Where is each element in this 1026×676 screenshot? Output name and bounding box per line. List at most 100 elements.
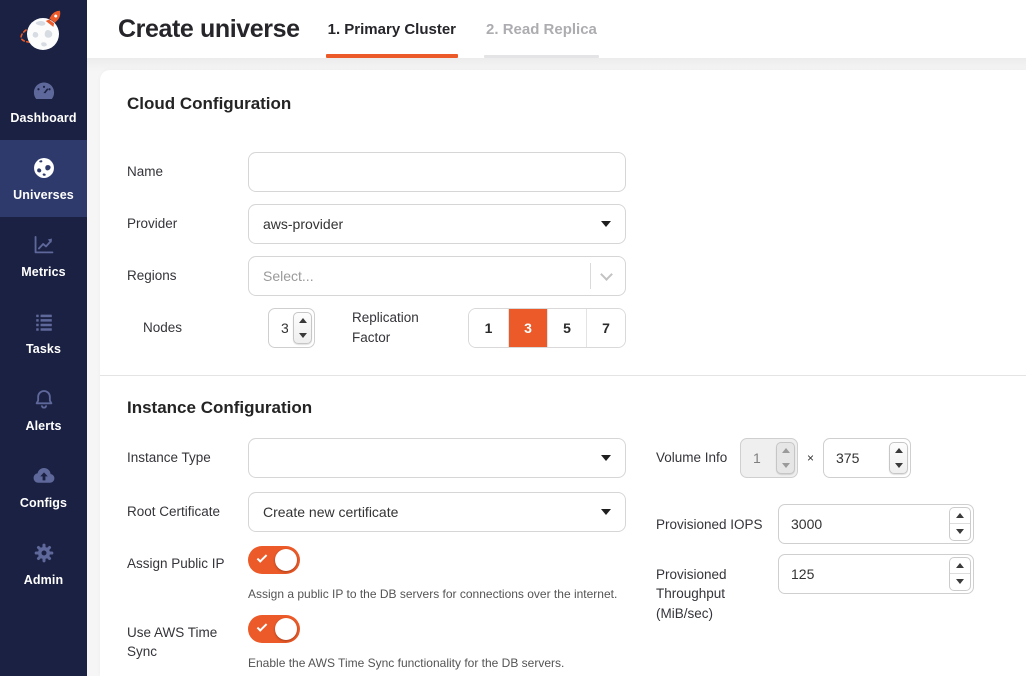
root-certificate-label: Root Certificate <box>127 502 248 522</box>
replication-factor-option-7[interactable]: 7 <box>586 309 625 347</box>
provisioned-iops-input[interactable] <box>778 504 974 544</box>
stepper-down-icon[interactable] <box>895 463 903 468</box>
caret-down-icon <box>601 509 611 515</box>
provider-value: aws-provider <box>263 216 343 232</box>
page-title: Create universe <box>118 15 300 44</box>
sidebar-item-label: Dashboard <box>10 111 76 125</box>
regions-multiselect[interactable]: Select... <box>248 256 626 296</box>
sidebar-item-admin[interactable]: Admin <box>0 525 87 602</box>
aws-time-sync-label: Use AWS Time Sync <box>127 615 248 662</box>
sidebar-item-configs[interactable]: Configs <box>0 448 87 525</box>
sidebar-item-universes[interactable]: Universes <box>0 140 87 217</box>
nodes-label: Nodes <box>127 318 248 338</box>
assign-public-ip-label: Assign Public IP <box>127 546 248 574</box>
stepper-up-icon[interactable] <box>956 513 964 518</box>
nodes-stepper <box>268 308 315 348</box>
stepper-arrows[interactable] <box>949 507 971 541</box>
sidebar-item-label: Configs <box>20 496 67 510</box>
replication-factor-option-1[interactable]: 1 <box>469 309 508 347</box>
page-header: Create universe 1. Primary Cluster 2. Re… <box>87 0 1026 58</box>
metrics-chart-icon <box>31 232 57 258</box>
replication-factor-group: 1 3 5 7 <box>468 308 626 348</box>
replication-factor-option-3[interactable]: 3 <box>508 309 547 347</box>
sidebar-item-metrics[interactable]: Metrics <box>0 217 87 294</box>
provisioned-iops-row: Provisioned IOPS <box>656 504 986 544</box>
name-row: Name <box>127 152 626 192</box>
content-area: Cloud Configuration Name Provider aws-pr… <box>87 58 1026 676</box>
root-certificate-row: Root Certificate Create new certificate <box>127 492 626 532</box>
universes-globe-icon <box>31 155 57 181</box>
check-icon <box>257 552 268 563</box>
aws-time-sync-row: Use AWS Time Sync Enable the AWS Time Sy… <box>127 615 626 670</box>
stepper-down-icon[interactable] <box>956 579 964 584</box>
wizard-tabs: 1. Primary Cluster 2. Read Replica <box>326 0 625 58</box>
provisioned-throughput-stepper <box>778 554 974 594</box>
sidebar-item-alerts[interactable]: Alerts <box>0 371 87 448</box>
check-icon <box>257 621 268 632</box>
tab-label: 2. Read Replica <box>486 21 597 38</box>
sidebar-item-label: Admin <box>24 573 63 587</box>
sidebar: Dashboard Universes <box>0 0 87 676</box>
tab-label: 1. Primary Cluster <box>328 21 456 38</box>
assign-public-ip-row: Assign Public IP Assign a public IP to t… <box>127 546 626 601</box>
provisioned-iops-label: Provisioned IOPS <box>656 504 778 535</box>
provisioned-throughput-input[interactable] <box>778 554 974 594</box>
sidebar-item-label: Tasks <box>26 342 61 356</box>
toggle-knob <box>275 549 297 571</box>
tab-primary-cluster[interactable]: 1. Primary Cluster <box>326 0 458 58</box>
provider-dropdown[interactable]: aws-provider <box>248 204 626 244</box>
volume-count-stepper <box>740 438 798 478</box>
aws-time-sync-toggle[interactable] <box>248 615 300 643</box>
name-label: Name <box>127 162 248 182</box>
name-input[interactable] <box>248 152 626 192</box>
stepper-up-icon[interactable] <box>956 563 964 568</box>
section-divider <box>100 375 1026 376</box>
sidebar-item-tasks[interactable]: Tasks <box>0 294 87 371</box>
sidebar-item-label: Metrics <box>21 265 65 279</box>
sidebar-item-label: Universes <box>13 188 74 202</box>
yugabyte-logo[interactable] <box>0 0 87 63</box>
stepper-down-icon[interactable] <box>956 529 964 534</box>
stepper-arrows[interactable] <box>889 442 908 474</box>
main-area: Create universe 1. Primary Cluster 2. Re… <box>87 0 1026 676</box>
root-certificate-dropdown[interactable]: Create new certificate <box>248 492 626 532</box>
assign-public-ip-toggle[interactable] <box>248 546 300 574</box>
stepper-arrows[interactable] <box>293 312 312 344</box>
stepper-up-icon[interactable] <box>299 318 307 323</box>
cloud-configuration-heading: Cloud Configuration <box>127 94 986 114</box>
alerts-bell-icon <box>31 386 57 412</box>
regions-row: Regions Select... <box>127 256 626 296</box>
volume-size-stepper <box>823 438 911 478</box>
sidebar-item-label: Alerts <box>25 419 61 433</box>
instance-config-right-column: Volume Info × <box>656 438 986 634</box>
assign-public-ip-help: Assign a public IP to the DB servers for… <box>248 587 626 601</box>
regions-placeholder: Select... <box>263 268 314 284</box>
app-window: Dashboard Universes <box>0 0 1026 676</box>
stepper-arrows[interactable] <box>949 557 971 591</box>
provisioned-throughput-label: Provisioned Throughput (MiB/sec) <box>656 554 778 624</box>
sidebar-item-dashboard[interactable]: Dashboard <box>0 63 87 140</box>
provisioned-iops-stepper <box>778 504 974 544</box>
instance-type-dropdown[interactable] <box>248 438 626 478</box>
chevron-down-icon <box>600 268 613 281</box>
caret-down-icon <box>601 221 611 227</box>
toggle-knob <box>275 618 297 640</box>
cloud-configuration-section: Cloud Configuration Name Provider aws-pr… <box>127 94 986 349</box>
stepper-up-icon[interactable] <box>895 448 903 453</box>
sidebar-nav: Dashboard Universes <box>0 63 87 602</box>
multiply-sign: × <box>807 451 814 465</box>
regions-label: Regions <box>127 266 248 286</box>
instance-type-row: Instance Type <box>127 438 626 478</box>
provider-row: Provider aws-provider <box>127 204 626 244</box>
tab-read-replica[interactable]: 2. Read Replica <box>484 0 599 58</box>
replication-factor-label: Replication Factor <box>352 308 448 349</box>
aws-time-sync-help: Enable the AWS Time Sync functionality f… <box>248 656 626 670</box>
configs-cloud-icon <box>31 463 57 489</box>
provisioned-throughput-row: Provisioned Throughput (MiB/sec) <box>656 554 986 624</box>
root-certificate-value: Create new certificate <box>263 504 398 520</box>
form-card: Cloud Configuration Name Provider aws-pr… <box>100 70 1026 676</box>
instance-config-left-column: Instance Type Root Certificate <box>127 438 656 676</box>
stepper-down-icon[interactable] <box>299 333 307 338</box>
nodes-row: Nodes Replication Factor 1 3 <box>127 308 626 349</box>
replication-factor-option-5[interactable]: 5 <box>547 309 586 347</box>
